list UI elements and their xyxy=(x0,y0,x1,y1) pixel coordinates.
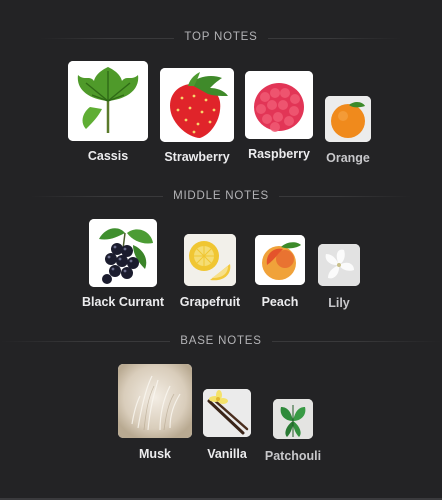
note-label: Musk xyxy=(139,447,171,461)
note-strawberry[interactable]: Strawberry xyxy=(160,68,234,164)
note-label: Patchouli xyxy=(264,449,322,463)
base-notes-title: BASE NOTES xyxy=(170,335,272,347)
note-label: Cassis xyxy=(87,149,129,163)
orange-icon xyxy=(325,96,371,142)
middle-notes-title: MIDDLE NOTES xyxy=(163,190,279,202)
strawberry-icon xyxy=(160,68,234,142)
grapefruit-icon xyxy=(184,234,236,286)
note-vanilla[interactable]: Vanilla xyxy=(203,389,251,461)
peach-icon xyxy=(255,235,305,285)
note-cassis[interactable]: Cassis xyxy=(68,61,148,163)
note-label: Lily xyxy=(328,296,350,310)
note-grapefruit[interactable]: Grapefruit xyxy=(180,234,240,309)
note-lily[interactable]: Lily xyxy=(318,244,360,310)
note-patchouli[interactable]: Patchouli xyxy=(265,399,321,463)
top-notes-title: TOP NOTES xyxy=(174,31,268,43)
cassis-leaf-icon xyxy=(68,61,148,141)
note-label: Strawberry xyxy=(164,150,230,164)
note-peach[interactable]: Peach xyxy=(255,235,305,309)
musk-icon xyxy=(118,364,192,438)
note-label: Raspberry xyxy=(248,147,310,161)
note-label: Orange xyxy=(326,151,370,165)
fragrance-notes-panel: TOP NOTES Cassis Strawberry Raspberry Or… xyxy=(0,0,442,500)
raspberry-icon xyxy=(245,71,313,139)
note-label: Vanilla xyxy=(207,447,247,461)
note-label: Black Currant xyxy=(82,295,164,309)
lily-icon xyxy=(318,244,360,286)
patchouli-icon xyxy=(273,399,313,439)
note-musk[interactable]: Musk xyxy=(118,364,192,461)
black-currant-icon xyxy=(89,219,157,287)
note-label: Peach xyxy=(261,295,299,309)
note-orange[interactable]: Orange xyxy=(325,96,371,165)
note-raspberry[interactable]: Raspberry xyxy=(245,71,313,161)
vanilla-icon xyxy=(203,389,251,437)
section-title-top-notes: TOP NOTES xyxy=(0,31,442,43)
note-black-currant[interactable]: Black Currant xyxy=(82,219,164,309)
note-label: Grapefruit xyxy=(179,295,241,309)
